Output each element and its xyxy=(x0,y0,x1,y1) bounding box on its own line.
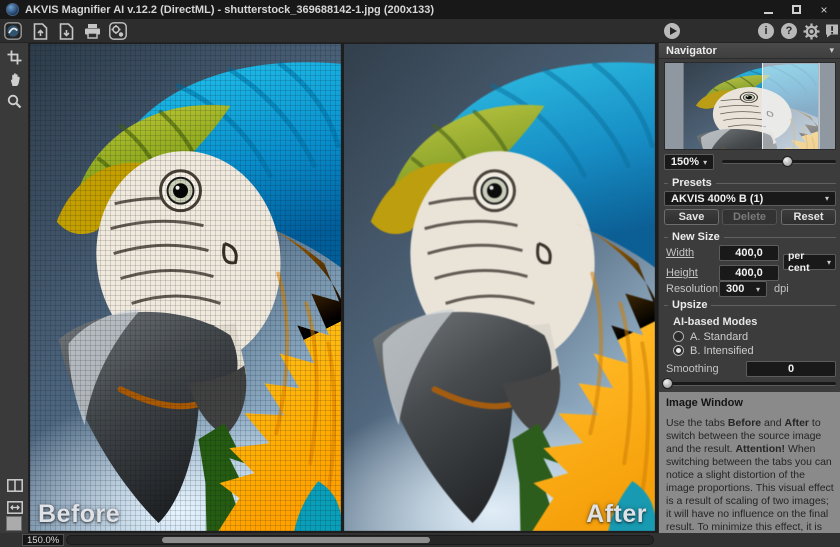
radio-icon[interactable] xyxy=(673,331,684,342)
batch-processing-icon xyxy=(109,22,127,40)
smoothing-slider-thumb[interactable] xyxy=(662,378,673,389)
hints-title: Image Window xyxy=(666,397,834,409)
gear-icon xyxy=(803,23,820,40)
before-image xyxy=(30,44,341,531)
upsize-title: Upsize xyxy=(668,299,711,311)
hints-body: Use the tabs Before and After to switch … xyxy=(666,417,834,547)
help-button[interactable]: ? xyxy=(780,22,798,40)
after-pane[interactable]: After xyxy=(344,44,655,531)
run-button[interactable] xyxy=(663,22,681,40)
akvis-logo-button[interactable] xyxy=(4,22,22,40)
save-image-button[interactable] xyxy=(57,22,75,40)
horizontal-scrollbar[interactable] xyxy=(66,535,654,545)
info-button[interactable]: i xyxy=(757,22,775,40)
app-window: AKVIS Magnifier AI v.12.2 (DirectML) - s… xyxy=(0,0,840,547)
open-image-button[interactable] xyxy=(31,22,49,40)
before-pane[interactable]: Before xyxy=(30,44,341,531)
reset-button[interactable]: Reset xyxy=(781,209,836,225)
smoothing-value[interactable]: 0 xyxy=(746,361,836,377)
zoom-controls: 150% ▾ xyxy=(664,154,836,170)
delete-button[interactable]: Delete xyxy=(722,209,777,225)
play-icon xyxy=(664,23,680,39)
save-button[interactable]: Save xyxy=(664,209,719,225)
zoom-indicator: 150.0% xyxy=(22,534,64,546)
dpi-label: dpi xyxy=(774,283,789,295)
app-logo-icon xyxy=(6,3,19,16)
before-tab[interactable]: Before xyxy=(38,500,120,529)
feedback-icon xyxy=(824,23,840,39)
navigator-header[interactable]: Navigator ▾ xyxy=(659,43,840,59)
radio-icon[interactable] xyxy=(673,345,684,356)
hand-icon xyxy=(8,72,22,87)
after-image xyxy=(344,44,655,531)
hints-panel: Image Window Use the tabs Before and Aft… xyxy=(659,392,840,533)
swap-view-icon xyxy=(7,501,23,514)
resolution-value: 300 xyxy=(726,283,744,295)
presets-title: Presets xyxy=(668,177,716,189)
swap-view-button[interactable] xyxy=(4,497,25,517)
chevron-down-icon: ▾ xyxy=(825,194,829,203)
hand-tool-button[interactable] xyxy=(4,69,25,89)
image-window: Before After xyxy=(29,43,658,533)
chevron-down-icon[interactable]: ▾ xyxy=(829,45,834,56)
scrollbar-thumb[interactable] xyxy=(162,537,430,543)
split-view-icon xyxy=(7,479,23,492)
radio-standard[interactable]: A. Standard xyxy=(673,330,748,343)
navigator-viewport-frame[interactable] xyxy=(762,63,820,149)
tool-sidebar xyxy=(0,43,29,533)
zoom-tool-button[interactable] xyxy=(4,91,25,111)
navigator-title: Navigator xyxy=(666,45,717,57)
zoom-slider[interactable] xyxy=(722,160,836,164)
zoom-value: 150% xyxy=(671,156,699,168)
height-input[interactable]: 400,0 xyxy=(719,265,779,281)
smoothing-label: Smoothing xyxy=(666,363,719,375)
print-icon xyxy=(84,23,101,39)
upsize-group-header: Upsize xyxy=(664,299,836,311)
zoom-select[interactable]: 150% ▾ xyxy=(664,154,714,170)
radio-standard-label: A. Standard xyxy=(690,331,748,343)
crop-tool-button[interactable] xyxy=(4,47,25,67)
navigator-thumbnail[interactable] xyxy=(664,62,836,150)
preset-select[interactable]: AKVIS 400% B (1) ▾ xyxy=(664,191,836,206)
save-image-icon xyxy=(59,23,74,40)
split-view-button[interactable] xyxy=(4,475,25,495)
smoothing-slider[interactable] xyxy=(664,382,836,386)
help-icon: ? xyxy=(781,23,797,39)
batch-processing-button[interactable] xyxy=(109,22,127,40)
status-bar: 150.0% xyxy=(0,533,840,547)
chevron-down-icon: ▾ xyxy=(756,285,760,294)
background-color-swatch[interactable] xyxy=(6,516,22,531)
presets-group-header: Presets xyxy=(664,177,836,189)
resolution-select[interactable]: 300 ▾ xyxy=(719,281,767,297)
titlebar: AKVIS Magnifier AI v.12.2 (DirectML) - s… xyxy=(0,0,840,19)
minimize-button[interactable] xyxy=(762,4,774,16)
preferences-button[interactable] xyxy=(802,22,820,40)
resolution-label: Resolution xyxy=(666,283,718,295)
print-button[interactable] xyxy=(83,22,101,40)
radio-intensified-label: B. Intensified xyxy=(690,345,754,357)
magnifier-icon xyxy=(7,94,22,109)
radio-intensified[interactable]: B. Intensified xyxy=(673,344,754,357)
info-icon: i xyxy=(758,23,774,39)
width-label[interactable]: Width xyxy=(666,247,694,259)
settings-panel: Navigator ▾ 150% ▾ Presets AKVIS 400% B … xyxy=(658,43,840,547)
akvis-logo-icon xyxy=(4,22,22,40)
after-tab[interactable]: After xyxy=(586,500,647,529)
width-input[interactable]: 400,0 xyxy=(719,245,779,261)
zoom-slider-thumb[interactable] xyxy=(782,156,793,167)
window-title: AKVIS Magnifier AI v.12.2 (DirectML) - s… xyxy=(25,4,434,16)
ai-modes-title: AI-based Modes xyxy=(673,316,757,328)
open-image-icon xyxy=(33,23,48,40)
new-size-title: New Size xyxy=(668,231,724,243)
chevron-down-icon: ▾ xyxy=(703,158,707,167)
close-button[interactable]: × xyxy=(818,4,830,16)
new-size-group-header: New Size xyxy=(664,231,836,243)
toolbar: i ? xyxy=(0,19,840,43)
feedback-button[interactable] xyxy=(823,22,840,40)
height-label[interactable]: Height xyxy=(666,267,698,279)
preset-value: AKVIS 400% B (1) xyxy=(671,193,763,205)
maximize-button[interactable] xyxy=(790,4,802,16)
crop-icon xyxy=(7,50,22,65)
